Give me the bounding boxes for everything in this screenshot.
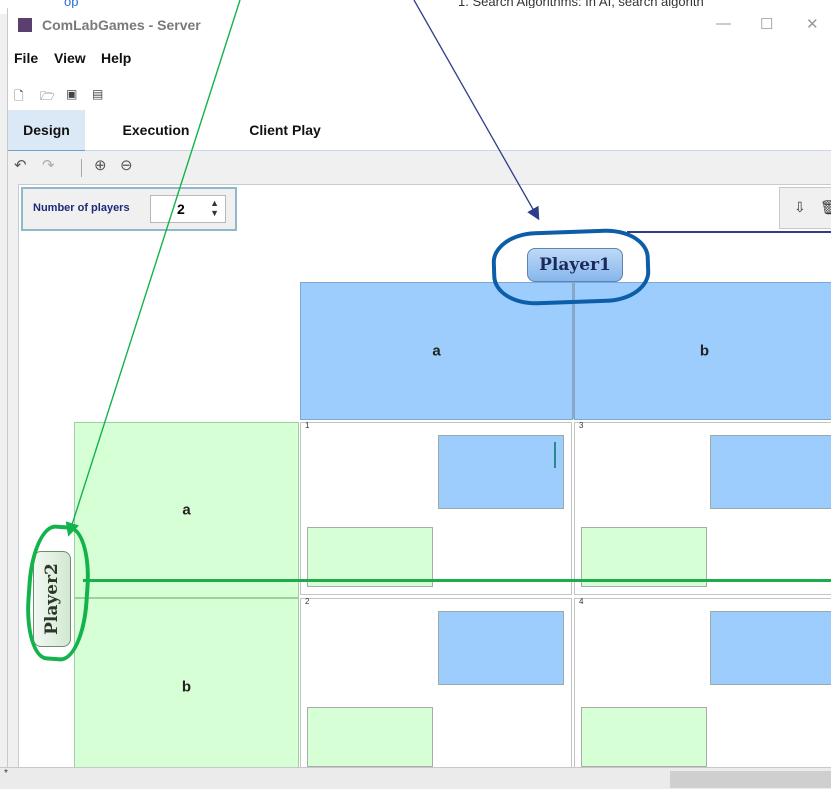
delete-icon[interactable]: 🗑 bbox=[820, 199, 831, 216]
strategy-label: b bbox=[699, 342, 710, 360]
outcome-cell: 4 bbox=[574, 597, 831, 775]
player2-payoff-field[interactable] bbox=[307, 527, 433, 587]
tab-design[interactable]: Design bbox=[8, 110, 85, 152]
strategy-label: a bbox=[182, 501, 191, 519]
outcome-number: 4 bbox=[579, 597, 584, 606]
app-window: ComLabGames - Server — ☐ ✕ File View Hel… bbox=[7, 8, 831, 788]
outcome-cell: 1 bbox=[300, 421, 572, 595]
number-of-players-box: Number of players 2 ▲ ▼ bbox=[21, 187, 237, 231]
annotation-line-green bbox=[83, 579, 831, 582]
tab-client-play[interactable]: Client Play bbox=[230, 110, 340, 150]
player1-payoff-field[interactable] bbox=[438, 435, 564, 509]
new-file-icon[interactable]: 🗋 bbox=[14, 87, 24, 108]
game-editor-canvas: Number of players 2 ▲ ▼ ⇩ 🗑 a b a b 1 3 … bbox=[18, 184, 831, 776]
design-toolbar: ↶ ↷ ⊕ ⊖ bbox=[8, 151, 831, 183]
close-button[interactable]: ✕ bbox=[806, 15, 819, 33]
number-of-players-value[interactable]: 2 bbox=[177, 201, 185, 217]
redo-icon[interactable]: ↷ bbox=[42, 156, 55, 174]
player2-strategy-header[interactable]: b bbox=[74, 598, 299, 775]
player2-payoff-field[interactable] bbox=[581, 707, 707, 767]
zoom-in-icon[interactable]: ⊕ bbox=[94, 156, 107, 174]
toolbar-separator bbox=[81, 159, 82, 177]
menu-file[interactable]: File bbox=[14, 50, 38, 66]
outcome-number: 1 bbox=[305, 421, 310, 430]
maximize-button[interactable]: ☐ bbox=[760, 15, 773, 33]
player1-highlight-ring bbox=[490, 227, 652, 307]
player1-payoff-field[interactable] bbox=[710, 435, 831, 509]
right-toolbar: ⇩ 🗑 bbox=[779, 187, 831, 229]
save-as-icon[interactable]: ▤ bbox=[92, 87, 103, 101]
strategy-label: b bbox=[181, 678, 192, 695]
window-title: ComLabGames - Server bbox=[42, 17, 201, 33]
strategy-label: a bbox=[432, 342, 441, 360]
app-icon bbox=[18, 18, 32, 32]
number-of-players-spinner[interactable]: 2 ▲ ▼ bbox=[150, 195, 226, 223]
outcome-number: 2 bbox=[305, 597, 310, 606]
zoom-out-icon[interactable]: ⊖ bbox=[120, 156, 133, 174]
undo-icon[interactable]: ↶ bbox=[14, 156, 27, 174]
status-text: * bbox=[4, 768, 8, 779]
player1-strategy-header[interactable]: b bbox=[574, 282, 831, 420]
player1-payoff-field[interactable] bbox=[710, 611, 831, 685]
menu-view[interactable]: View bbox=[54, 50, 86, 66]
outcome-cell: 2 bbox=[300, 597, 572, 775]
menu-bar: File View Help bbox=[8, 42, 831, 76]
player1-payoff-field[interactable] bbox=[438, 611, 564, 685]
tab-execution[interactable]: Execution bbox=[108, 110, 204, 150]
main-toolbar: 🗋 🗁 ▣ ▤ bbox=[8, 76, 831, 110]
save-icon[interactable]: ▣ bbox=[66, 87, 77, 101]
annotation-line-blue bbox=[627, 231, 831, 233]
spinner-arrows-icon[interactable]: ▲ ▼ bbox=[210, 198, 219, 218]
player2-payoff-field[interactable] bbox=[307, 707, 433, 767]
status-bar: * bbox=[0, 767, 831, 789]
player2-payoff-field[interactable] bbox=[581, 527, 707, 587]
title-bar: ComLabGames - Server — ☐ ✕ bbox=[8, 8, 831, 42]
tab-bar: Design Execution Client Play bbox=[8, 110, 831, 152]
text-caret bbox=[554, 442, 556, 468]
outcome-number: 3 bbox=[579, 421, 584, 430]
horizontal-scrollbar[interactable] bbox=[670, 771, 831, 788]
player2-strategy-header[interactable]: a bbox=[74, 422, 299, 598]
number-of-players-label: Number of players bbox=[33, 202, 130, 214]
menu-help[interactable]: Help bbox=[101, 50, 131, 66]
import-icon[interactable]: ⇩ bbox=[794, 199, 806, 216]
open-folder-icon[interactable]: 🗁 bbox=[40, 87, 55, 108]
minimize-button[interactable]: — bbox=[716, 15, 731, 32]
outcome-cell: 3 bbox=[574, 421, 831, 595]
